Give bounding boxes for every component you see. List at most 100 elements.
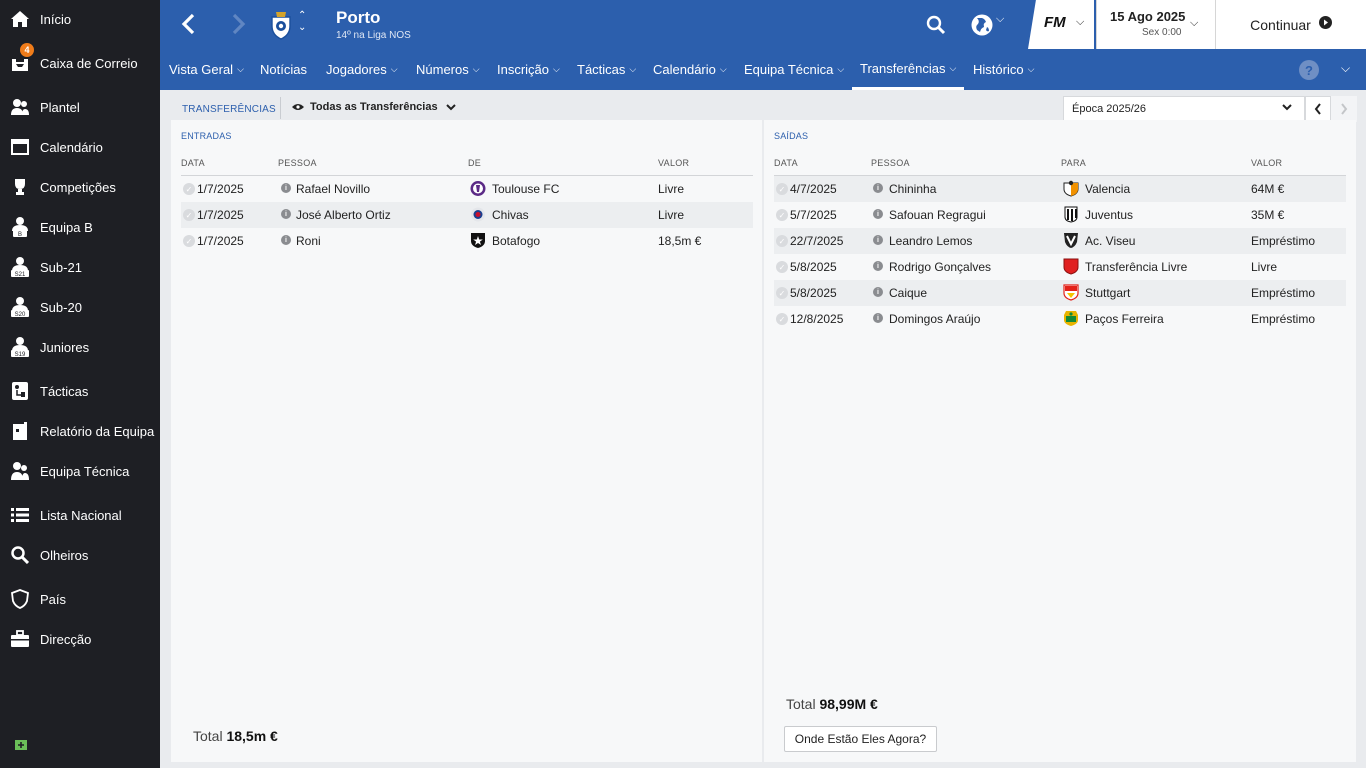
column-header-value[interactable]: VALOR xyxy=(1251,158,1282,168)
player-name[interactable]: Leandro Lemos xyxy=(889,234,972,248)
globe-icon[interactable] xyxy=(970,13,994,42)
club-name[interactable]: Valencia xyxy=(1085,182,1130,196)
sidebar-item-olheiros[interactable]: Olheiros xyxy=(0,537,160,573)
where-are-they-now-button[interactable]: Onde Estão Eles Agora? xyxy=(784,726,937,752)
sidebar-item-calendario[interactable]: Calendário xyxy=(0,129,160,165)
player-name[interactable]: Safouan Regragui xyxy=(889,208,986,222)
table-row[interactable]: ✓ 1/7/2025 i Roni Botafogo 18,5m € xyxy=(181,228,753,254)
player-name[interactable]: Rafael Novillo xyxy=(296,182,370,196)
team-switcher[interactable]: ⌃ ⌄ xyxy=(298,10,306,34)
info-icon[interactable]: i xyxy=(281,235,291,245)
incoming-transfers-panel: ENTRADAS DATA PESSOA DE VALOR ✓ 1/7/2025… xyxy=(171,120,762,762)
transfer-value: Empréstimo xyxy=(1251,234,1316,248)
help-icon[interactable]: ? xyxy=(1299,60,1319,80)
sidebar-item-competicoes[interactable]: Competições xyxy=(0,169,160,205)
info-icon[interactable]: i xyxy=(873,183,883,193)
tab-equipa-tecnica[interactable]: Equipa Técnica ⌵ xyxy=(744,49,844,90)
column-header-date[interactable]: DATA xyxy=(774,158,798,168)
info-icon[interactable]: i xyxy=(873,235,883,245)
sidebar-item-equipa-tecnica[interactable]: Equipa Técnica xyxy=(0,453,160,489)
quick-add-icon[interactable] xyxy=(15,737,27,750)
club-name[interactable]: Ac. Viseu xyxy=(1085,234,1135,248)
chevron-down-icon[interactable]: ⌵ xyxy=(1076,16,1084,29)
inbox-count-badge: 4 xyxy=(20,43,34,57)
club-name[interactable]: Chivas xyxy=(492,208,529,222)
info-icon[interactable]: i xyxy=(281,209,291,219)
tab-transferencias[interactable]: Transferências ⌵ xyxy=(852,49,965,90)
svg-text:B: B xyxy=(18,232,22,238)
player-name[interactable]: Rodrigo Gonçalves xyxy=(889,260,991,274)
chevron-up-icon[interactable]: ⌃ xyxy=(298,10,306,22)
table-row[interactable]: ✓ 1/7/2025 i Rafael Novillo Toulouse FC … xyxy=(181,176,753,202)
fm-logo[interactable]: FM xyxy=(1044,14,1066,31)
column-header-value[interactable]: VALOR xyxy=(658,158,689,168)
search-icon[interactable] xyxy=(926,15,946,40)
sidebar-item-inicio[interactable]: Início xyxy=(0,1,160,37)
table-row[interactable]: ✓ 1/7/2025 i José Alberto Ortiz Chivas L… xyxy=(181,202,753,228)
table-row[interactable]: ✓ 5/8/2025 i Rodrigo Gonçalves Transferê… xyxy=(774,254,1346,280)
sidebar-item-sub-20[interactable]: S20 Sub-20 xyxy=(0,289,160,325)
info-icon[interactable]: i xyxy=(873,287,883,297)
season-select[interactable]: Época 2025/26 xyxy=(1063,96,1305,122)
sidebar-item-juniores[interactable]: S19 Juniores xyxy=(0,329,160,365)
continue-button[interactable]: Continuar xyxy=(1215,0,1366,49)
table-row[interactable]: ✓ 12/8/2025 i Domingos Araújo Paços Ferr… xyxy=(774,306,1346,332)
column-header-to[interactable]: PARA xyxy=(1061,158,1086,168)
club-name[interactable]: Transferência Livre xyxy=(1085,260,1187,274)
sidebar-item-relatorio[interactable]: Relatório da Equipa xyxy=(0,413,160,449)
player-name[interactable]: Chininha xyxy=(889,182,936,196)
club-name[interactable]: Stuttgart xyxy=(1085,286,1130,300)
team-name[interactable]: Porto xyxy=(336,8,380,28)
transfer-filter-dropdown[interactable]: Todas as Transferências xyxy=(292,101,456,113)
club-name[interactable]: Botafogo xyxy=(492,234,540,248)
forward-button[interactable] xyxy=(227,12,249,41)
sidebar-item-equipa-b[interactable]: B Equipa B xyxy=(0,209,160,245)
column-header-person[interactable]: PESSOA xyxy=(278,158,317,168)
sidebar-item-pais[interactable]: País xyxy=(0,581,160,617)
club-name[interactable]: Toulouse FC xyxy=(492,182,559,196)
chevron-down-icon[interactable]: ⌵ xyxy=(1341,61,1350,76)
tab-jogadores[interactable]: Jogadores ⌵ xyxy=(326,49,398,90)
tab-inscricao[interactable]: Inscrição ⌵ xyxy=(497,49,560,90)
chevron-down-icon[interactable]: ⌵ xyxy=(996,13,1004,26)
column-header-person[interactable]: PESSOA xyxy=(871,158,910,168)
club-name[interactable]: Paços Ferreira xyxy=(1085,312,1164,326)
tab-tacticas[interactable]: Tácticas ⌵ xyxy=(577,49,636,90)
tab-noticias[interactable]: Notícias xyxy=(260,49,307,90)
column-header-from[interactable]: DE xyxy=(468,158,481,168)
player-name[interactable]: Roni xyxy=(296,234,321,248)
player-name[interactable]: Caique xyxy=(889,286,927,300)
table-row[interactable]: ✓ 5/7/2025 i Safouan Regragui Juventus 3… xyxy=(774,202,1346,228)
sidebar-item-label: Tácticas xyxy=(40,383,89,399)
tab-vista-geral[interactable]: Vista Geral ⌵ xyxy=(169,49,244,90)
column-header-date[interactable]: DATA xyxy=(181,158,205,168)
sidebar-item-lista-nacional[interactable]: Lista Nacional xyxy=(0,497,160,533)
chevron-down-icon[interactable]: ⌄ xyxy=(298,22,306,34)
tab-numeros[interactable]: Números ⌵ xyxy=(416,49,480,90)
next-season-button[interactable] xyxy=(1331,96,1357,122)
sidebar-item-direccao[interactable]: Direcção xyxy=(0,621,160,657)
chevron-down-icon[interactable]: ⌵ xyxy=(1190,17,1198,30)
table-row[interactable]: ✓ 4/7/2025 i Chininha Valencia 64M € xyxy=(774,176,1346,202)
info-icon[interactable]: i xyxy=(873,209,883,219)
sidebar-item-tacticas[interactable]: Tácticas xyxy=(0,373,160,409)
sidebar-item-label: Sub-21 xyxy=(40,259,82,275)
player-name[interactable]: Domingos Araújo xyxy=(889,312,980,326)
transfer-date: 4/7/2025 xyxy=(790,182,837,196)
tab-calendario[interactable]: Calendário ⌵ xyxy=(653,49,727,90)
transfer-value: Livre xyxy=(658,182,685,196)
player-name[interactable]: José Alberto Ortiz xyxy=(296,208,391,222)
table-row[interactable]: ✓ 5/8/2025 i Caique Stuttgart Empréstimo xyxy=(774,280,1346,306)
top-bar: ⌃ ⌄ Porto 14º na Liga NOS ⌵ FM ⌵ 15 Ago 2… xyxy=(160,0,1366,49)
club-name[interactable]: Juventus xyxy=(1085,208,1133,222)
info-icon[interactable]: i xyxy=(281,183,291,193)
sidebar-item-plantel[interactable]: Plantel xyxy=(0,89,160,125)
previous-season-button[interactable] xyxy=(1305,96,1331,122)
sidebar-item-sub-21[interactable]: S21 Sub-21 xyxy=(0,249,160,285)
table-row[interactable]: ✓ 22/7/2025 i Leandro Lemos Ac. Viseu Em… xyxy=(774,228,1346,254)
back-button[interactable] xyxy=(178,12,200,41)
sidebar-item-caixa-de-correio[interactable]: 4 Caixa de Correio xyxy=(0,43,160,81)
info-icon[interactable]: i xyxy=(873,313,883,323)
tab-historico[interactable]: Histórico ⌵ xyxy=(973,49,1034,90)
info-icon[interactable]: i xyxy=(873,261,883,271)
